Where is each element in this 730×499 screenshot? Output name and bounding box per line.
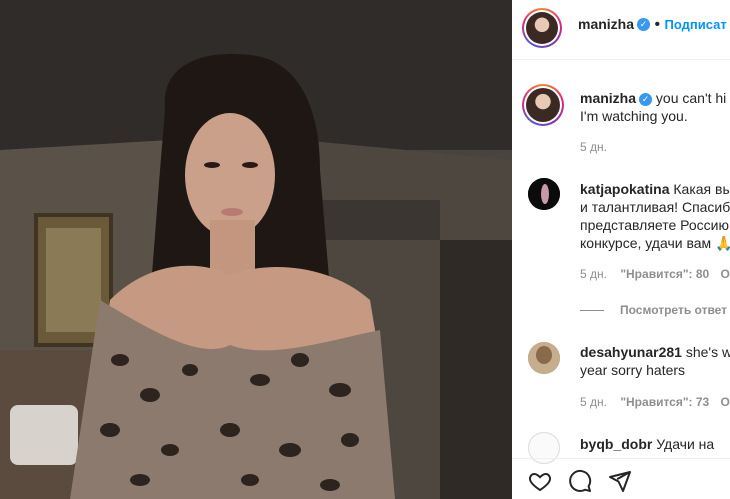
reply-button[interactable]: От (721, 395, 730, 409)
caption-text: you can't hi (655, 90, 727, 106)
post-header: manizha ✓ • Подписат (512, 0, 730, 60)
comment-avatar[interactable] (528, 342, 560, 374)
comment-1: katjapokatina Какая вы и талантливая! Сп… (580, 180, 730, 252)
comment-likes[interactable]: "Нравится": 73 (620, 395, 709, 409)
comment-avatar[interactable] (528, 178, 560, 210)
verified-icon: ✓ (639, 92, 653, 106)
comment-2: desahyunar281 she's w year sorry haters (580, 343, 730, 379)
comment-username[interactable]: katjapokatina (580, 181, 669, 197)
caption-time[interactable]: 5 дн. (580, 140, 607, 154)
caption-text-line2: I'm watching you. (580, 108, 688, 124)
comment-text: представляете Россию (580, 217, 730, 233)
author-username[interactable]: manizha (578, 16, 634, 32)
comment-meta: 5 дн. "Нравится": 73 От (580, 395, 730, 409)
avatar-image (528, 342, 560, 374)
comment-meta: 5 дн. "Нравится": 80 От (580, 267, 730, 281)
comment-icon[interactable] (568, 469, 592, 493)
view-replies-label: Посмотреть ответ (620, 303, 728, 317)
post-image (0, 0, 512, 499)
comment-time[interactable]: 5 дн. (580, 395, 607, 409)
post-photo[interactable] (0, 0, 512, 499)
reply-button[interactable]: От (721, 267, 730, 281)
share-icon[interactable] (608, 469, 632, 493)
replies-divider (580, 310, 604, 312)
caption: manizha ✓ you can't hi I'm watching you. (580, 89, 730, 125)
caption-avatar[interactable] (522, 84, 564, 126)
comment-username[interactable]: byqb_dobr (580, 436, 652, 452)
heart-icon[interactable] (528, 469, 552, 493)
view-replies[interactable]: Посмотреть ответ (580, 303, 727, 317)
comment-text: конкурсе, удачи вам 🙏 (580, 235, 730, 251)
avatar-image (528, 178, 560, 210)
comment-username[interactable]: desahyunar281 (580, 344, 682, 360)
comment-3: byqb_dobr Удачи на (580, 435, 730, 453)
action-bar (512, 458, 730, 499)
comment-text: Какая вы (673, 181, 730, 197)
comment-text: и талантливая! Спасиб (580, 199, 730, 215)
follow-button[interactable]: Подписат (665, 17, 727, 32)
comment-text: Удачи на (656, 436, 715, 452)
verified-icon: ✓ (637, 18, 651, 32)
caption-username[interactable]: manizha (580, 90, 636, 106)
comment-time[interactable]: 5 дн. (580, 267, 607, 281)
comment-text: she's w (685, 344, 730, 360)
comment-likes[interactable]: "Нравится": 80 (620, 267, 709, 281)
comment-text: year sorry haters (580, 362, 686, 378)
author-avatar[interactable] (522, 8, 562, 48)
post-side-panel: manizha ✓ • Подписат manizha ✓ you can't h… (512, 0, 730, 499)
